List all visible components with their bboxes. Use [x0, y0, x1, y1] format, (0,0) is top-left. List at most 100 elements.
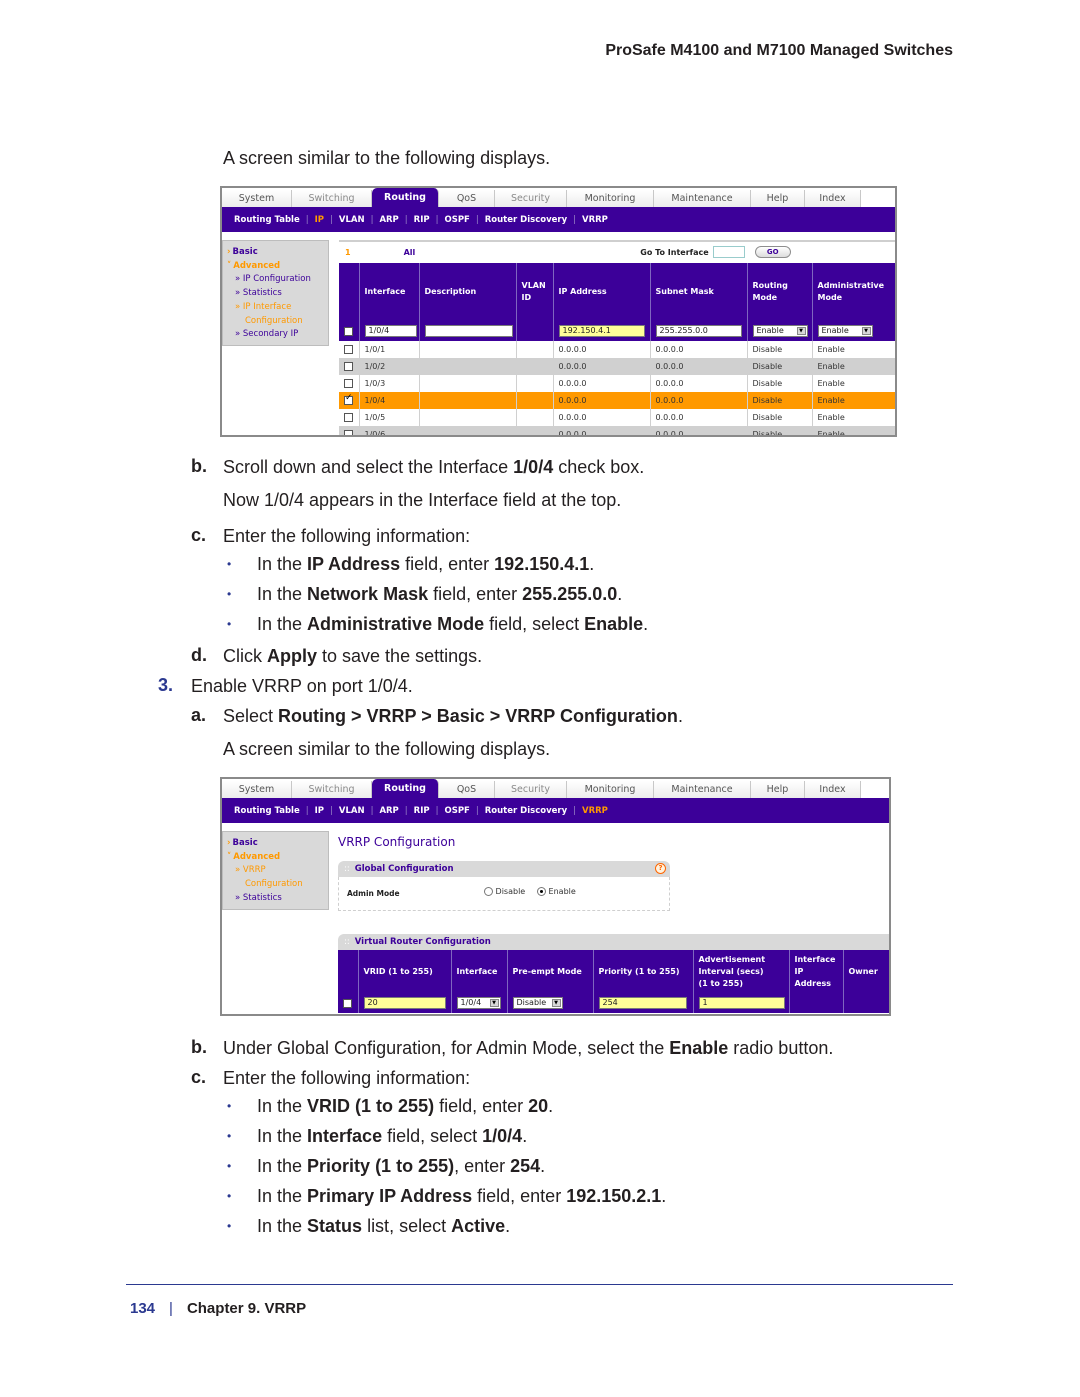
nav-ip-interface[interactable]: » IP Interface	[227, 301, 328, 315]
tab-index[interactable]: Index	[805, 781, 861, 798]
page-number[interactable]: 1	[345, 248, 351, 257]
tab-system[interactable]: System	[222, 781, 292, 798]
tab-security[interactable]: Security	[495, 190, 567, 207]
ip-cell: 0.0.0.0	[553, 426, 651, 435]
description-field[interactable]	[424, 325, 513, 337]
tab-maintenance[interactable]: Maintenance	[654, 190, 751, 207]
row-checkbox[interactable]	[344, 379, 353, 388]
nav-advanced[interactable]: ˅ Advanced	[227, 851, 328, 865]
routing-mode-select[interactable]: Enable ▼	[752, 325, 808, 337]
vrid-field[interactable]: 20	[363, 997, 446, 1009]
nav-ip-interface-configuration[interactable]: Configuration	[227, 315, 328, 329]
ip-interface-table: Interface Description VLAN ID IP Address …	[339, 263, 895, 435]
tab-switching[interactable]: Switching	[292, 190, 372, 207]
tab-routing[interactable]: Routing	[372, 188, 439, 207]
nav-advanced[interactable]: ˅ Advanced	[227, 260, 328, 274]
tab-help[interactable]: Help	[751, 781, 805, 798]
subnet-mask-field[interactable]: 255.255.0.0	[655, 325, 742, 337]
subnav-vrrp[interactable]: VRRP	[582, 215, 608, 225]
subnav-arp[interactable]: ARP	[379, 215, 398, 225]
table-row[interactable]: 1/0/40.0.0.00.0.0.0DisableEnable	[339, 392, 895, 409]
interface-cell: 1/0/4	[359, 392, 420, 409]
nav-statistics[interactable]: » Statistics	[227, 287, 328, 301]
step-b-label: b.	[191, 456, 207, 476]
nav-ip-configuration[interactable]: » IP Configuration	[227, 273, 328, 287]
help-icon[interactable]: ?	[655, 863, 666, 874]
subnav-ospf[interactable]: OSPF	[444, 806, 469, 816]
step-3a-line2: A screen similar to the following displa…	[223, 739, 551, 759]
subnav-vlan[interactable]: VLAN	[339, 215, 365, 225]
go-button[interactable]: GO	[754, 246, 791, 258]
table-row[interactable]: 1/0/5 0.0.0.0 0.0.0.0 Disable Enable	[339, 409, 895, 426]
bullet-item: In the IP Address field, enter 192.150.4…	[257, 554, 595, 574]
nav-basic[interactable]: › Basic	[227, 837, 328, 851]
global-config-header: :: Global Configuration ?	[338, 861, 670, 877]
nav-basic[interactable]: › Basic	[227, 246, 328, 260]
subnav-rip[interactable]: RIP	[414, 806, 430, 816]
vrrp-configuration-screenshot: System Switching Routing QoS Security Mo…	[220, 777, 891, 1016]
tab-index[interactable]: Index	[805, 190, 861, 207]
row-checkbox[interactable]	[344, 413, 353, 422]
radio-disable[interactable]: Disable	[484, 887, 525, 896]
subnav-ip[interactable]: IP	[315, 215, 324, 225]
step-3a-text: Select Routing > VRRP > Basic > VRRP Con…	[223, 706, 683, 726]
bullet-item: In the Interface field, select 1/0/4.	[257, 1126, 528, 1146]
interface-cell: 1/0/5	[359, 409, 420, 426]
admin-mode-select[interactable]: Enable ▼	[817, 325, 873, 337]
edit-row-checkbox[interactable]	[344, 326, 353, 336]
subnav-vrrp[interactable]: VRRP	[582, 806, 608, 816]
tab-security[interactable]: Security	[495, 781, 567, 798]
subnav-vlan[interactable]: VLAN	[339, 806, 365, 816]
preempt-mode-select[interactable]: Disable ▼	[512, 997, 563, 1009]
subnav-router-discovery[interactable]: Router Discovery	[485, 215, 567, 225]
left-nav: › Basic ˅ Advanced » VRRP Configuration » …	[222, 831, 329, 910]
col-vrid: VRID (1 to 255)	[358, 950, 452, 993]
interface-field[interactable]: 1/0/4	[364, 325, 417, 337]
nav-vrrp[interactable]: » VRRP	[227, 864, 328, 878]
subnav-routing-table[interactable]: Routing Table	[234, 215, 300, 225]
tab-monitoring[interactable]: Monitoring	[567, 190, 654, 207]
nav-secondary-ip[interactable]: » Secondary IP	[227, 328, 328, 342]
radio-enable[interactable]: Enable	[537, 887, 576, 896]
subnav-ospf[interactable]: OSPF	[444, 215, 469, 225]
advertisement-interval-field[interactable]: 1	[698, 997, 785, 1009]
left-nav: › Basic ˅ Advanced » IP Configuration » St…	[222, 240, 329, 346]
goto-interface-input[interactable]	[712, 246, 745, 258]
bullet-icon: •	[227, 1159, 232, 1173]
row-checkbox[interactable]	[344, 393, 353, 405]
nav-statistics[interactable]: » Statistics	[227, 892, 328, 906]
tab-system[interactable]: System	[222, 190, 292, 207]
subnav-rip[interactable]: RIP	[414, 215, 430, 225]
ip-address-field[interactable]: 192.150.4.1	[558, 325, 645, 337]
tab-help[interactable]: Help	[751, 190, 805, 207]
tab-qos[interactable]: QoS	[439, 781, 495, 798]
tab-monitoring[interactable]: Monitoring	[567, 781, 654, 798]
table-row[interactable]: 1/0/1 0.0.0.0 0.0.0.0 Disable Enable	[339, 341, 895, 358]
table-row[interactable]: 1/0/3 0.0.0.0 0.0.0.0 Disable Enable	[339, 375, 895, 392]
priority-field[interactable]: 254	[598, 997, 687, 1009]
table-row[interactable]: 1/0/2 0.0.0.0 0.0.0.0 Disable Enable	[339, 358, 895, 375]
row-checkbox[interactable]	[344, 362, 353, 371]
edit-row-checkbox[interactable]	[343, 998, 352, 1008]
step-b-line2: Now 1/0/4 appears in the Interface field…	[223, 490, 622, 510]
step-d-text: Click Apply to save the settings.	[223, 646, 483, 666]
mask-cell: 0.0.0.0	[650, 341, 748, 358]
tab-switching[interactable]: Switching	[292, 781, 372, 798]
subnav-arp[interactable]: ARP	[379, 806, 398, 816]
tab-routing[interactable]: Routing	[372, 779, 439, 798]
subnav-router-discovery[interactable]: Router Discovery	[485, 806, 567, 816]
interface-select[interactable]: 1/0/4 ▼	[456, 997, 501, 1009]
row-checkbox[interactable]	[344, 430, 353, 435]
subnav-ip[interactable]: IP	[315, 806, 324, 816]
table-row[interactable]: 1/0/6 0.0.0.0 0.0.0.0 Disable Enable	[339, 426, 895, 435]
subnav-routing-table[interactable]: Routing Table	[234, 806, 300, 816]
show-all-link[interactable]: All	[404, 248, 416, 257]
tab-maintenance[interactable]: Maintenance	[654, 781, 751, 798]
nav-vrrp-configuration[interactable]: Configuration	[227, 878, 328, 892]
mask-cell: 0.0.0.0	[650, 358, 748, 375]
chevron-down-icon: ˅	[227, 260, 232, 271]
tab-qos[interactable]: QoS	[439, 190, 495, 207]
routing-mode-cell: Disable	[747, 426, 813, 435]
row-checkbox[interactable]	[344, 345, 353, 354]
routing-subnav: Routing Table | IP | VLAN | ARP | RIP | OSPF |…	[222, 798, 889, 823]
